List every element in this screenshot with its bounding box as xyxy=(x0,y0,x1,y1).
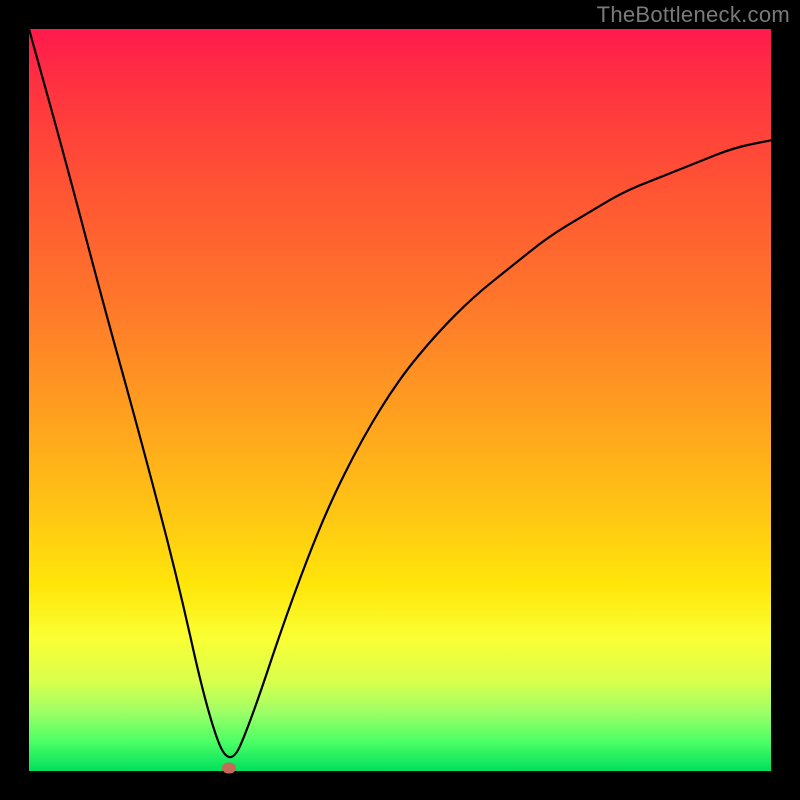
watermark-text: TheBottleneck.com xyxy=(597,2,790,28)
minimum-marker xyxy=(222,763,236,774)
chart-frame: TheBottleneck.com xyxy=(0,0,800,800)
bottleneck-curve xyxy=(29,29,771,771)
plot-area xyxy=(29,29,771,771)
